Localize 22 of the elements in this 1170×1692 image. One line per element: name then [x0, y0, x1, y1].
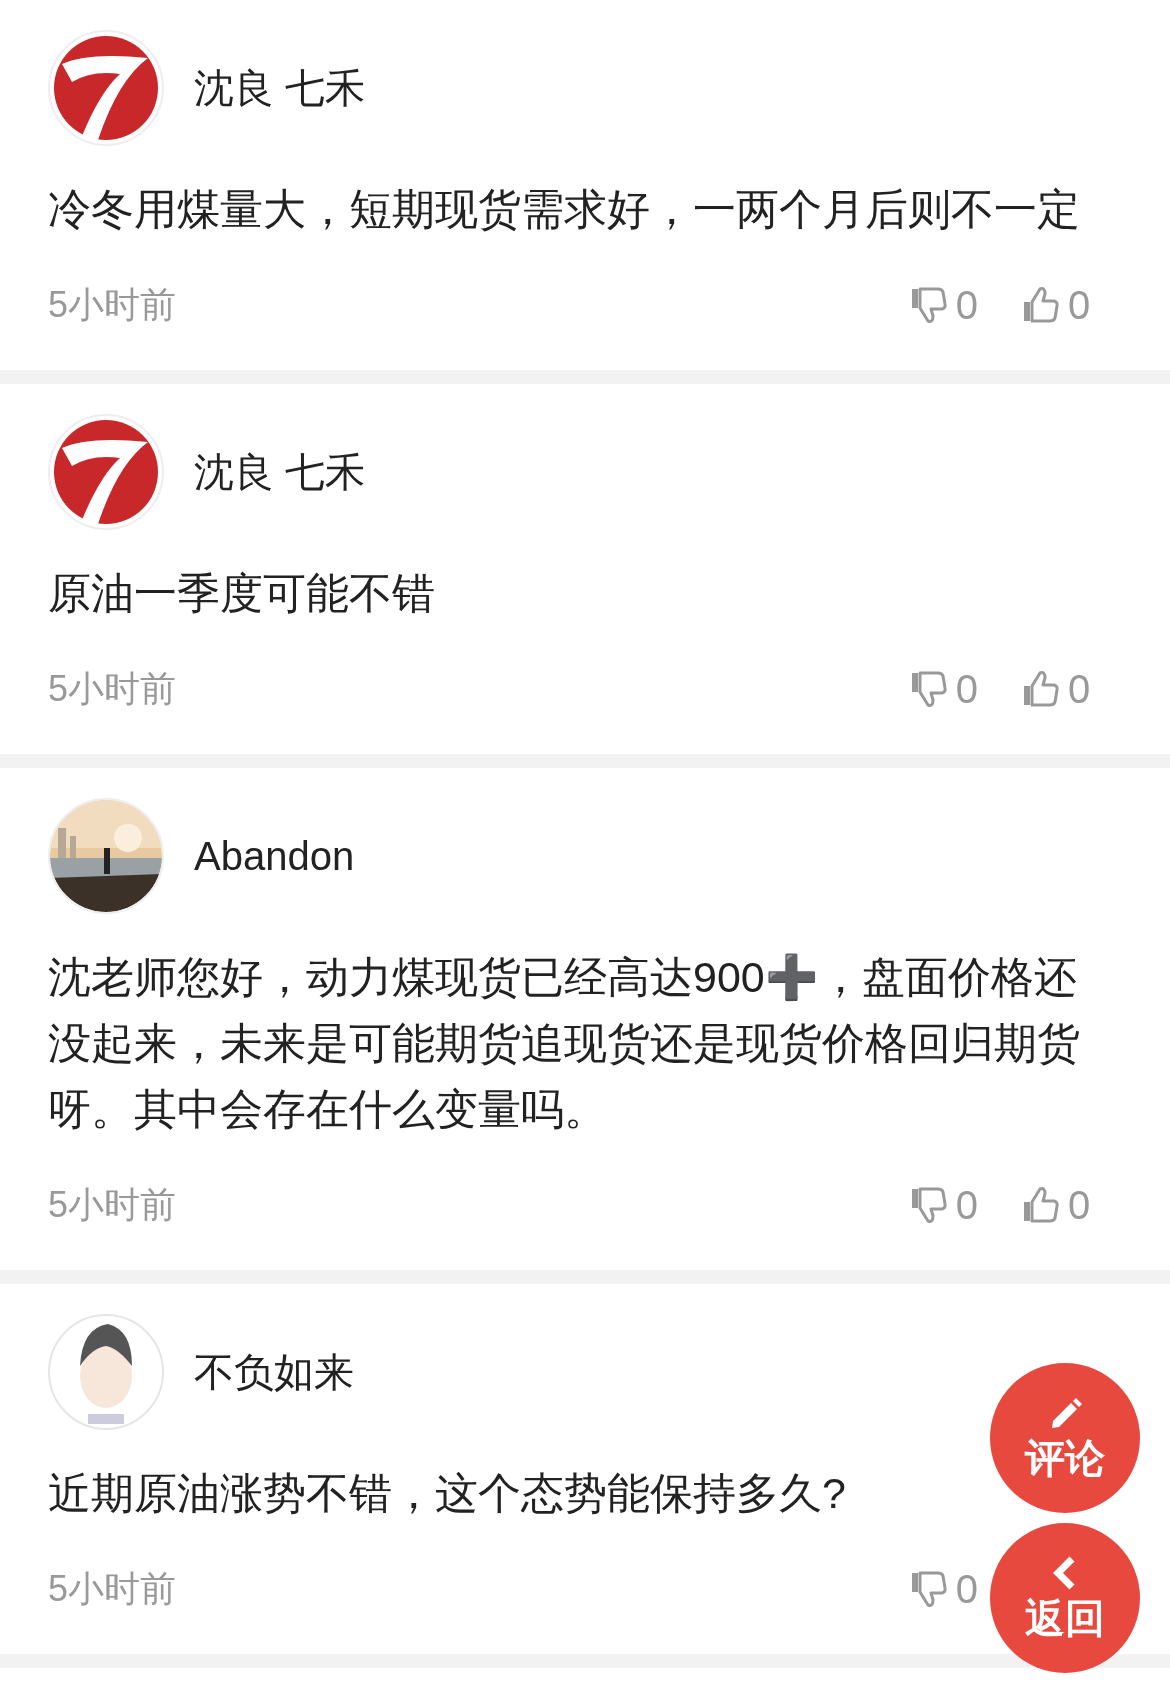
user-name: 不负如来: [194, 1349, 354, 1396]
time-ago: 5小时前: [48, 1567, 177, 1611]
like-count: 0: [1068, 1182, 1092, 1229]
dislike-count: 0: [955, 1566, 978, 1613]
dislike-count: 0: [955, 282, 978, 329]
user-name: 沈良 七禾: [194, 65, 366, 112]
comment-text: 近期原油涨势不错，这个态势能保持多久?: [48, 1468, 847, 1519]
time-ago: 5小时前: [48, 1183, 177, 1227]
like-count: 0: [1068, 282, 1092, 329]
comment-text: 冷冬用煤量大，短期现货需求好，一两个月后则不一定: [48, 184, 1081, 235]
like-count: 0: [1068, 666, 1092, 713]
time-ago: 5小时前: [48, 667, 177, 711]
dislike-count: 0: [955, 666, 978, 713]
user-name: Abandon: [194, 833, 355, 880]
comment-text: 原油一季度可能不错: [48, 568, 436, 619]
user-name: 沈良 七禾: [194, 449, 366, 496]
back-button[interactable]: 返回: [990, 1523, 1140, 1673]
avatar-icon: [48, 1314, 164, 1430]
comment-button[interactable]: 评论: [990, 1363, 1140, 1513]
dislike-count: 0: [955, 1182, 978, 1229]
time-ago: 5小时前: [48, 283, 177, 327]
comment-text: 沈老师您好，动力煤现货已经高达900➕，盘面价格还没起来，未来是可能期货追现货还是现货价格回归期货呀。其中会存在什么变量吗。: [48, 952, 1081, 1135]
